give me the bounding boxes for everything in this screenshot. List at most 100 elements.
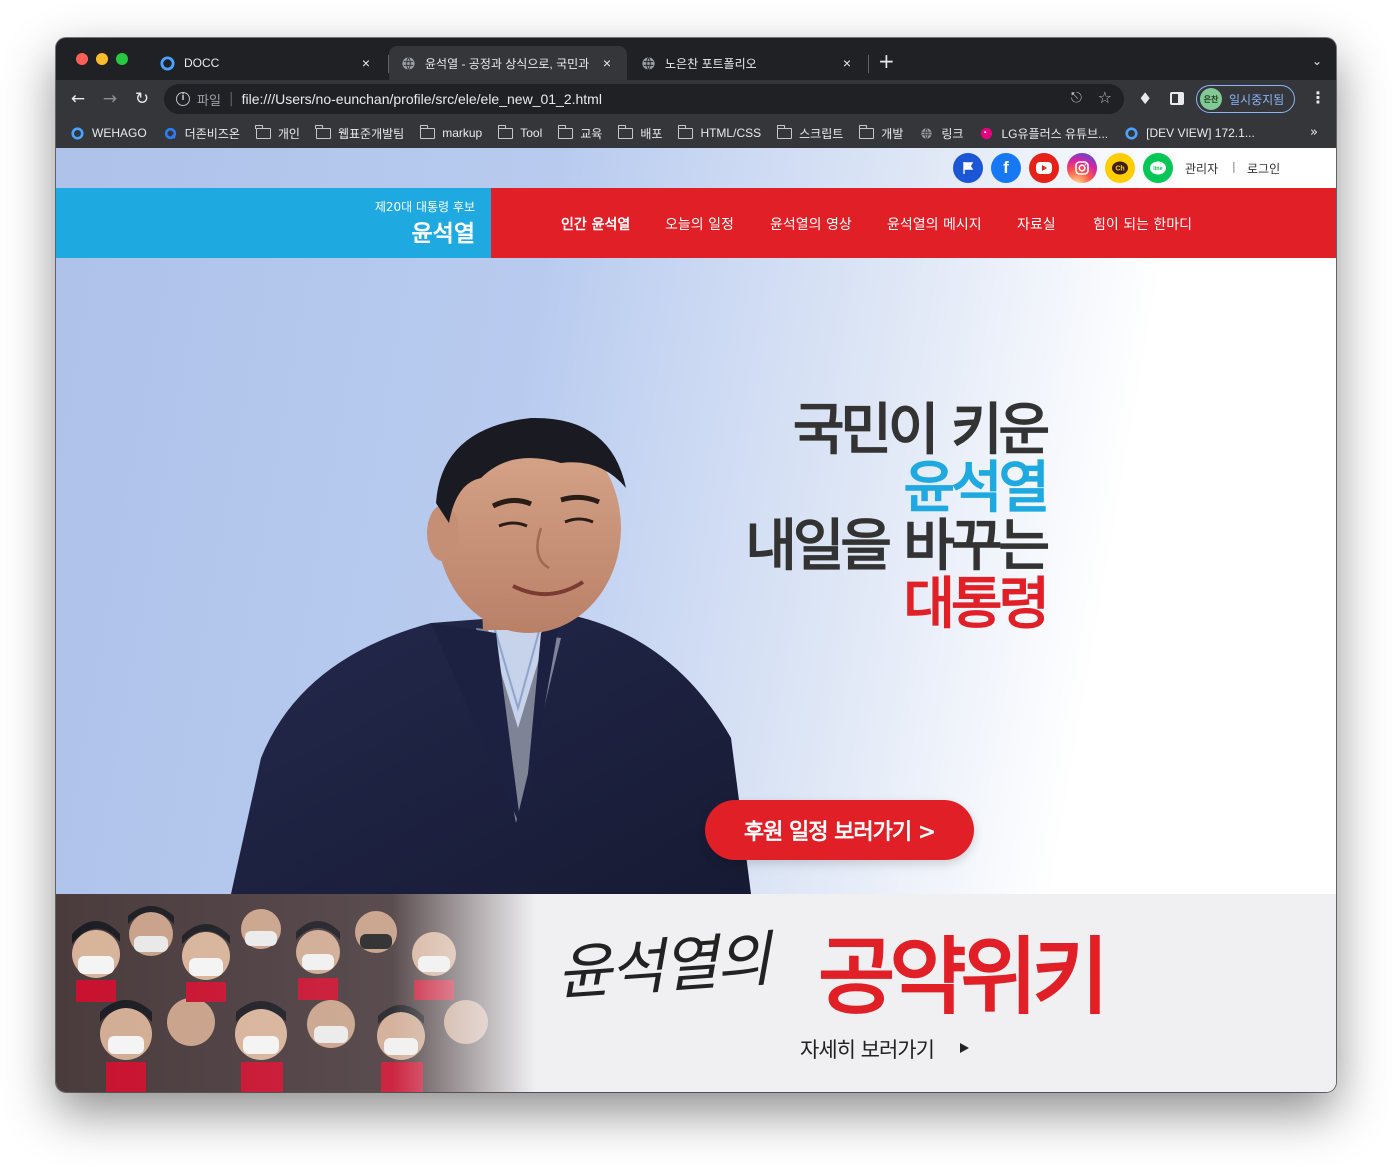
douzone-icon — [164, 127, 176, 139]
channel-glyph: Ch — [1115, 166, 1124, 173]
login-link[interactable]: 로그인 — [1247, 160, 1280, 177]
candidate-photo — [231, 417, 751, 894]
reload-icon[interactable]: ↻ — [131, 89, 153, 109]
tab-close-icon[interactable]: × — [599, 55, 615, 71]
site-info-icon[interactable]: i — [176, 92, 190, 106]
bookmark-devview[interactable]: [DEV VIEW] 172.1... — [1124, 126, 1255, 140]
new-tab-button[interactable]: + — [878, 51, 895, 71]
banner-script-text: 윤석열의 — [554, 924, 772, 1010]
pledge-wiki-banner[interactable]: 윤석열의 공약위키 자세히 보러가기 — [56, 894, 1336, 1092]
tab-title: 노은찬 포트폴리오 — [665, 56, 757, 71]
nav-item-schedule[interactable]: 오늘의 일정 — [665, 214, 734, 234]
bookmarks-bar: WEHAGO 더존비즈온 개인 웹표준개발팀 markup Tool 교육 배포… — [56, 118, 1336, 148]
web-page: f Ch line 관리자 | 로그인 제20대 대통령 후보 윤석열 인간 윤… — [56, 148, 1336, 1092]
back-icon[interactable]: ← — [67, 89, 89, 109]
youtube-icon[interactable] — [1029, 153, 1059, 183]
play-arrow-icon — [960, 1043, 969, 1053]
address-url[interactable]: file:///Users/no-eunchan/profile/src/ele… — [242, 91, 602, 107]
share-icon[interactable]: ⎋ — [1071, 90, 1082, 106]
nav-item-messages[interactable]: 윤석열의 메시지 — [887, 214, 982, 234]
global-nav: 인간 윤석열 오늘의 일정 윤석열의 영상 윤석열의 메시지 자료실 힘이 되는… — [491, 188, 1336, 258]
tab-search-chevron-icon[interactable]: ⌄ — [1312, 54, 1322, 68]
address-scheme-label: 파일 — [197, 93, 221, 109]
tab-yoon[interactable]: 윤석열 - 공정과 상식으로, 국민과 함 × — [389, 46, 627, 80]
bookmark-label: 개인 — [277, 126, 300, 141]
extensions-icon[interactable]: ♦ — [1138, 89, 1152, 108]
headline-line-4: 대통령 — [903, 572, 1050, 637]
folder-icon — [617, 124, 634, 139]
folder-icon — [419, 124, 436, 139]
utility-bar: f Ch line 관리자 | 로그인 — [56, 148, 1336, 188]
bookmark-folder[interactable]: 교육 — [557, 124, 602, 142]
bookmark-folder[interactable]: Tool — [497, 124, 542, 140]
headline-line-2: 윤석열 — [903, 456, 1050, 521]
banner-more-link[interactable]: 자세히 보러가기 — [800, 1034, 935, 1064]
logo-name: 윤석열 — [411, 221, 475, 247]
devview-icon — [1125, 126, 1138, 140]
bookmarks-overflow-icon[interactable]: » — [1310, 125, 1318, 140]
bookmark-lguplus[interactable]: LG유플러스 유튜브... — [979, 125, 1108, 142]
facebook-icon[interactable]: f — [991, 153, 1021, 183]
globe-icon — [921, 127, 933, 139]
folder-icon — [255, 124, 271, 139]
headline-line-1: 국민이 키운 — [792, 398, 1050, 463]
nav-item-videos[interactable]: 윤석열의 영상 — [770, 214, 852, 234]
minimize-window-button[interactable] — [96, 53, 108, 65]
avatar: 은찬 — [1200, 88, 1222, 110]
tab-docc[interactable]: DOCC × — [148, 46, 386, 80]
folder-icon — [858, 124, 875, 139]
kakao-channel-icon[interactable]: Ch — [1105, 153, 1135, 183]
bookmark-folder[interactable]: 스크립트 — [776, 124, 844, 142]
admin-link[interactable]: 관리자 — [1185, 160, 1218, 177]
tab-close-icon[interactable]: × — [358, 55, 374, 71]
maximize-window-button[interactable] — [116, 53, 128, 65]
instagram-icon[interactable] — [1067, 153, 1097, 183]
bookmark-folder[interactable]: HTML/CSS — [677, 124, 761, 140]
tab-portfolio[interactable]: 노은찬 포트폴리오 × — [629, 46, 867, 80]
bookmark-douzone[interactable]: 더존비즈온 — [163, 125, 240, 142]
tab-separator — [868, 55, 869, 73]
nav-item-about[interactable]: 인간 윤석열 — [561, 214, 630, 234]
headline-line-3: 내일을 바꾸는 — [745, 514, 1050, 579]
side-panel-icon[interactable] — [1170, 92, 1184, 105]
bookmark-star-icon[interactable]: ☆ — [1098, 88, 1112, 107]
bookmark-folder[interactable]: 웹표준개발팀 — [315, 124, 404, 142]
bookmark-label: 배포 — [640, 126, 663, 141]
docc-icon — [160, 55, 175, 71]
tab-title: DOCC — [184, 56, 220, 70]
browser-toolbar: ← → ↻ i 파일 | file:///Users/no-eunchan/pr… — [56, 80, 1336, 118]
tab-close-icon[interactable]: × — [839, 55, 855, 71]
close-window-button[interactable] — [76, 53, 88, 65]
tab-title: 윤석열 - 공정과 상식으로, 국민과 함 — [425, 56, 593, 71]
bookmark-wehago[interactable]: WEHAGO — [70, 126, 147, 140]
bookmark-label: 링크 — [941, 126, 964, 141]
banner-title: 공약위키 — [818, 928, 1109, 1026]
nav-item-archive[interactable]: 자료실 — [1017, 214, 1056, 234]
bookmark-folder[interactable]: 개인 — [255, 124, 300, 142]
bookmark-label: 개발 — [881, 126, 904, 141]
bookmark-label: 더존비즈온 — [184, 126, 240, 141]
globe-icon — [402, 56, 415, 70]
more-menu-icon[interactable]: ⋮ — [1310, 88, 1326, 107]
flag-icon[interactable] — [953, 153, 983, 183]
bookmark-folder[interactable]: 개발 — [858, 124, 904, 142]
address-bar[interactable]: i 파일 | file:///Users/no-eunchan/profile/… — [164, 84, 1124, 114]
forward-icon[interactable]: → — [99, 89, 121, 109]
bookmark-label: WEHAGO — [92, 126, 147, 140]
line-icon[interactable]: line — [1143, 153, 1173, 183]
profile-button[interactable]: 은찬 일시중지됨 — [1196, 85, 1295, 113]
bookmark-link[interactable]: 링크 — [919, 125, 963, 142]
folder-icon — [315, 124, 331, 139]
hero-headline: 국민이 키운 윤석열 내일을 바꾸는 대통령 — [745, 398, 1050, 637]
bookmark-folder[interactable]: 배포 — [617, 124, 663, 142]
bookmark-label: [DEV VIEW] 172.1... — [1146, 126, 1255, 140]
bookmark-label: 스크립트 — [799, 126, 844, 141]
wehago-icon — [71, 126, 84, 140]
donation-schedule-button[interactable]: 후원 일정 보러가기 > — [705, 800, 974, 860]
folder-icon — [776, 124, 793, 139]
site-logo[interactable]: 제20대 대통령 후보 윤석열 — [56, 188, 491, 258]
logo-subtitle: 제20대 대통령 후보 — [374, 200, 475, 214]
bookmark-folder[interactable]: markup — [419, 124, 482, 140]
globe-icon — [642, 56, 655, 70]
nav-item-cheer[interactable]: 힘이 되는 한마디 — [1093, 214, 1192, 234]
